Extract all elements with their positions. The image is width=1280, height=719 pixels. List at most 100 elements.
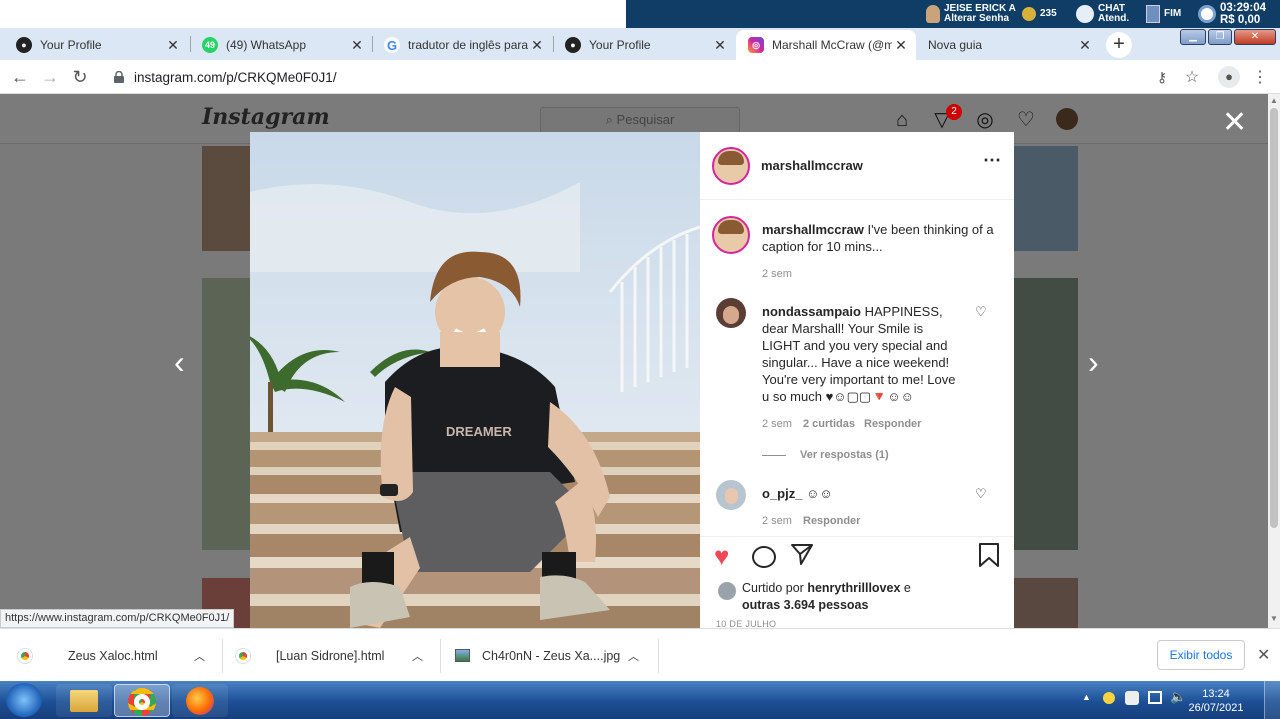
taskbar-firefox-button[interactable] [172, 684, 228, 717]
page-scrollbar[interactable]: ▲ ▼ [1268, 94, 1280, 628]
search-input[interactable]: ⌕ Pesquisar [540, 107, 740, 133]
tab-new-tab[interactable]: Nova guia ✕ [916, 30, 1100, 60]
taskbar-explorer-button[interactable] [56, 684, 112, 717]
tab-instagram-active[interactable]: ◎ Marshall McCraw (@mar ✕ [736, 30, 916, 60]
caption-age[interactable]: 2 sem [762, 268, 792, 280]
taskbar-chrome-button[interactable] [114, 684, 170, 717]
previous-post-arrow-icon[interactable]: ‹ [174, 344, 185, 381]
cafe-end-button[interactable]: FIM [1146, 0, 1181, 28]
reload-icon[interactable]: ↻ [70, 67, 90, 88]
close-window-button[interactable]: ✕ [1234, 29, 1276, 45]
show-desktop-button[interactable] [1264, 681, 1280, 719]
commenter-avatar[interactable] [716, 298, 746, 328]
comment-likes-count[interactable]: 2 curtidas [803, 418, 855, 430]
new-tab-button[interactable]: + [1106, 32, 1132, 58]
taskbar-clock[interactable]: 13:24 26/07/2021 [1186, 687, 1246, 715]
liked-by-username[interactable]: henrythrilllovex [807, 581, 900, 595]
next-post-arrow-icon[interactable]: › [1088, 344, 1099, 381]
close-tab-icon[interactable]: ✕ [164, 37, 182, 54]
liker-avatar[interactable] [718, 582, 736, 600]
comment-reply-link[interactable]: Responder [864, 418, 921, 430]
download-item[interactable]: Zeus Xaloc.html ︿ [18, 629, 218, 682]
like-comment-heart-icon[interactable]: ♡ [975, 304, 987, 320]
profile-avatar[interactable] [1056, 108, 1078, 130]
liked-by-prefix: Curtido por [742, 581, 804, 595]
comment-username[interactable]: nondassampaio [762, 304, 861, 319]
download-item[interactable]: Ch4r0nN - Zeus Xa....jpg ︿ [455, 629, 655, 682]
show-all-downloads-button[interactable]: Exibir todos [1157, 640, 1245, 670]
tab-whatsapp[interactable]: 49 (49) WhatsApp ✕ [190, 30, 372, 60]
network-icon[interactable] [1148, 691, 1162, 704]
close-tab-icon[interactable]: ✕ [1076, 37, 1094, 54]
close-downloads-icon[interactable]: ✕ [1257, 645, 1270, 665]
close-tab-icon[interactable]: ✕ [711, 37, 729, 54]
chevron-up-icon[interactable]: ︿ [194, 648, 205, 664]
download-divider [658, 639, 659, 673]
caption-username[interactable]: marshallmccraw [762, 222, 864, 237]
author-username[interactable]: marshallmccraw [761, 158, 863, 173]
address-bar[interactable]: instagram.com/p/CRKQMe0F0J1/ [102, 64, 1180, 90]
download-filename: Ch4r0nN - Zeus Xa....jpg [482, 648, 621, 663]
profile-avatar-icon[interactable]: ● [1218, 66, 1240, 88]
forward-arrow-icon[interactable]: → [40, 67, 60, 88]
comment-username[interactable]: o_pjz_ [762, 486, 802, 501]
show-hidden-icons-chevron-icon[interactable]: ▲ [1082, 692, 1091, 702]
post-photo[interactable]: DREAMER [250, 132, 700, 628]
maximize-button[interactable]: ❐ [1208, 29, 1232, 45]
comment-age[interactable]: 2 sem [762, 515, 792, 527]
caption-author-avatar[interactable] [712, 216, 750, 254]
post-photo-image: DREAMER [250, 132, 700, 628]
activity-heart-icon[interactable]: ♡ [1014, 108, 1038, 132]
instagram-icon: ◎ [748, 37, 764, 53]
comment-age[interactable]: 2 sem [762, 418, 792, 430]
close-tab-icon[interactable]: ✕ [348, 37, 366, 54]
like-heart-icon[interactable]: ♥ [714, 542, 729, 570]
explore-compass-icon[interactable]: ◎ [973, 108, 997, 132]
scroll-down-icon[interactable]: ▼ [1270, 614, 1278, 623]
scroll-up-icon[interactable]: ▲ [1270, 96, 1278, 105]
home-icon[interactable]: ⌂ [890, 108, 914, 132]
tray-app-icon[interactable] [1103, 692, 1115, 704]
cafe-chat-button[interactable]: CHAT Atend. [1076, 0, 1129, 28]
windows-start-button[interactable] [6, 683, 42, 717]
menu-kebab-icon[interactable]: ⋮ [1250, 67, 1270, 87]
close-modal-icon[interactable]: ✕ [1222, 108, 1247, 138]
tab-your-profile-1[interactable]: ● Your Profile ✕ [4, 30, 188, 60]
scrollbar-thumb[interactable] [1270, 108, 1278, 528]
more-options-icon[interactable]: ⋯ [983, 150, 1001, 171]
tab-translator[interactable]: G tradutor de inglês para p ✕ [372, 30, 552, 60]
commenter-avatar[interactable] [716, 480, 746, 510]
bookmark-star-icon[interactable]: ☆ [1182, 67, 1202, 87]
chevron-up-icon[interactable]: ︿ [412, 648, 423, 664]
cafe-change-password-link[interactable]: Alterar Senha [944, 14, 1016, 24]
close-tab-icon[interactable]: ✕ [528, 37, 546, 54]
comment-reply-link[interactable]: Responder [803, 515, 860, 527]
url-text: instagram.com/p/CRKQMe0F0J1/ [134, 69, 337, 85]
view-replies-link[interactable]: Ver respostas (1) [800, 449, 889, 461]
background-post-thumbnail [1014, 278, 1078, 550]
share-paper-plane-icon[interactable] [790, 542, 814, 571]
chevron-up-icon[interactable]: ︿ [628, 648, 639, 664]
volume-icon[interactable]: 🔈 [1170, 689, 1186, 705]
post-date[interactable]: 10 DE JULHO [716, 619, 776, 628]
tray-security-icon[interactable] [1125, 691, 1139, 705]
back-arrow-icon[interactable]: ← [10, 67, 30, 88]
download-item[interactable]: [Luan Sidrone].html ︿ [236, 629, 436, 682]
instagram-logo[interactable]: Instagram [202, 104, 330, 130]
taskbar-date: 26/07/2021 [1188, 702, 1244, 714]
tab-your-profile-2[interactable]: ● Your Profile ✕ [553, 30, 735, 60]
save-bookmark-icon[interactable] [978, 542, 1000, 573]
download-filename: Zeus Xaloc.html [68, 648, 158, 663]
minimize-button[interactable]: ▁ [1180, 29, 1206, 45]
close-tab-icon[interactable]: ✕ [892, 37, 910, 54]
cafe-user-area[interactable]: JEISE ERICK A Alterar Senha [926, 0, 1016, 28]
user-icon [926, 5, 940, 23]
tab-title: Your Profile [40, 38, 102, 52]
like-comment-heart-icon[interactable]: ♡ [975, 486, 987, 502]
cafe-timer: 03:29:04 R$ 0,00 [1198, 0, 1266, 28]
notification-badge: 2 [946, 104, 962, 120]
comment-bubble-icon[interactable] [752, 546, 776, 568]
author-avatar[interactable] [712, 147, 750, 185]
liked-by-others-link[interactable]: outras 3.694 pessoas [742, 597, 982, 614]
likes-summary: Curtido por henrythrilllovex e outras 3.… [742, 580, 982, 614]
